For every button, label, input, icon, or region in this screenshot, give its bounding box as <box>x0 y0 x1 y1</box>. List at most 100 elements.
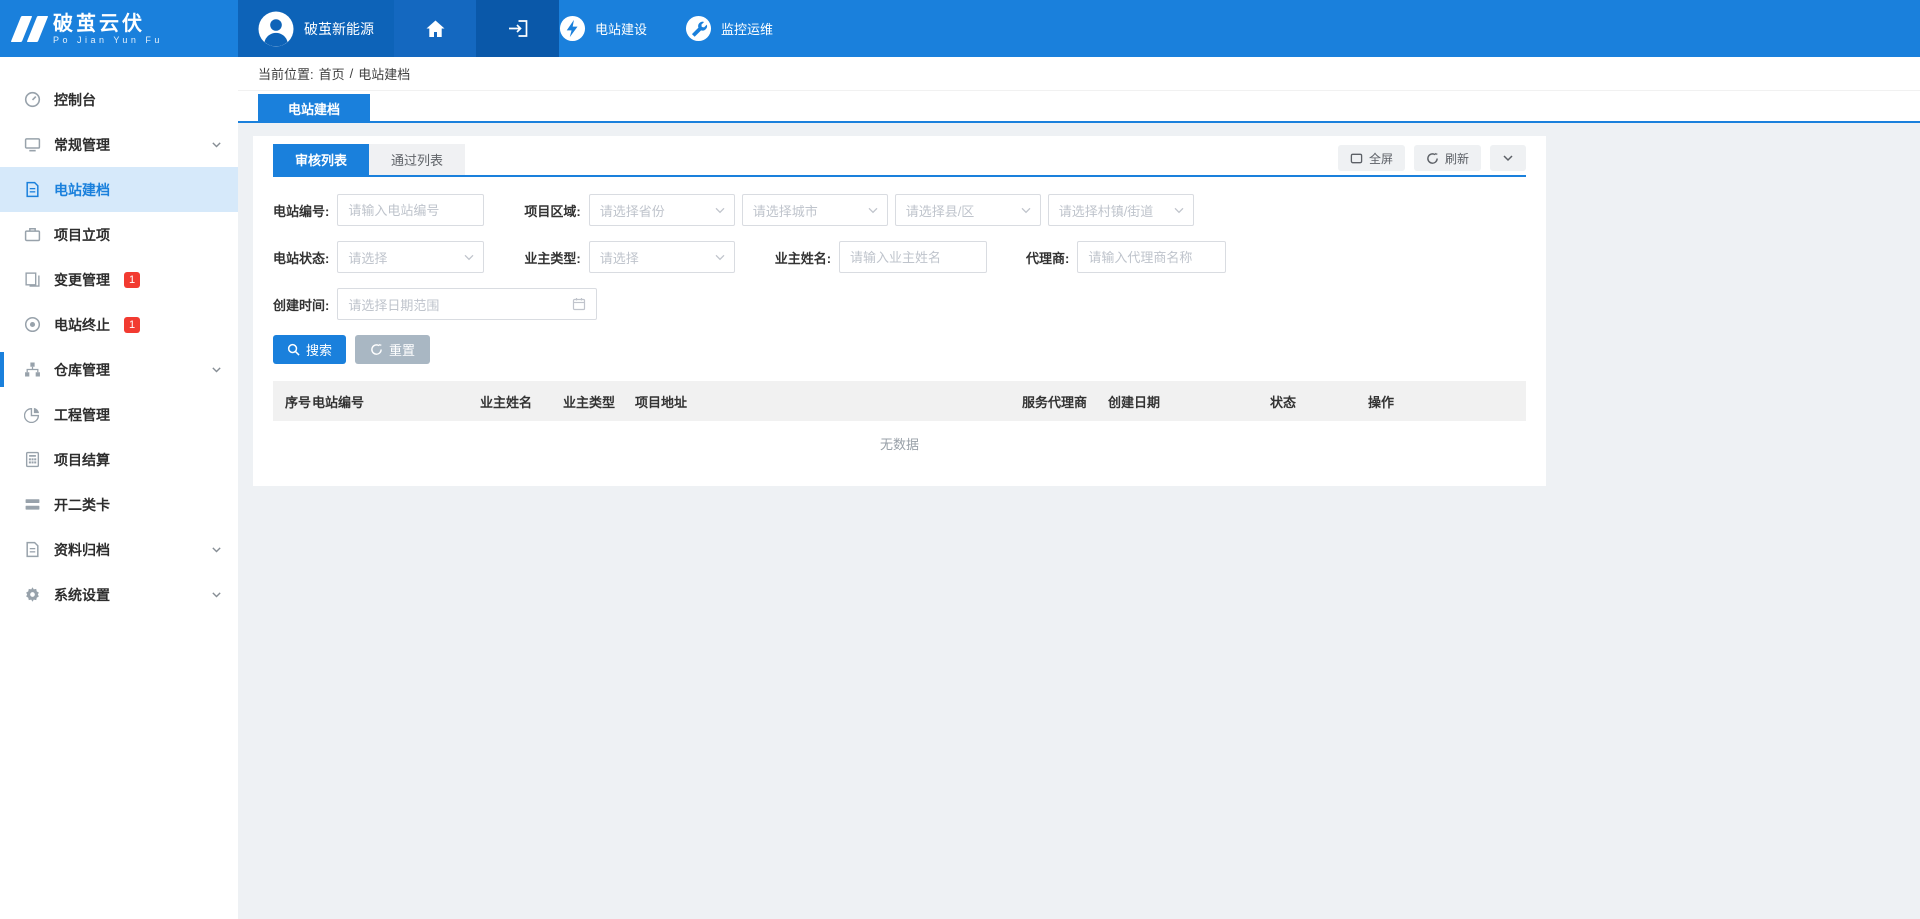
breadcrumb-separator: / <box>350 66 354 81</box>
logo-text: 破茧云伏 Po Jian Yun Fu <box>53 13 163 45</box>
station-status-label: 电站状态: <box>273 248 329 267</box>
sidebar-item-type2-card[interactable]: 开二类卡 <box>0 482 238 527</box>
lightning-icon <box>559 15 586 42</box>
station-status-select[interactable]: 请选择 <box>337 241 484 273</box>
tab-passed-list[interactable]: 通过列表 <box>369 144 465 175</box>
sidebar-item-engineering-management[interactable]: 工程管理 <box>0 392 238 437</box>
sitemap-icon <box>24 361 41 378</box>
sidebar-item-project-settlement[interactable]: 项目结算 <box>0 437 238 482</box>
sidebar-item-system-settings[interactable]: 系统设置 <box>0 572 238 617</box>
breadcrumb-prefix: 当前位置: <box>258 64 314 83</box>
fullscreen-icon <box>1350 152 1363 165</box>
date-range-input[interactable]: 请选择日期范围 <box>337 288 597 320</box>
gear-icon <box>24 586 41 603</box>
chevron-down-icon <box>1174 207 1184 214</box>
city-select[interactable]: 请选择城市 <box>742 194 888 226</box>
briefcase-icon <box>24 226 41 243</box>
archive-icon <box>24 541 41 558</box>
reset-icon <box>370 343 383 356</box>
badge-count: 1 <box>124 272 140 288</box>
card-icon <box>24 496 41 513</box>
monitor-icon <box>24 136 41 153</box>
create-time-label: 创建时间: <box>273 295 329 314</box>
search-icon <box>287 343 300 356</box>
calculator-icon <box>24 451 41 468</box>
chevron-down-icon <box>211 589 222 600</box>
nav-monitoring[interactable]: 监控运维 <box>685 0 773 57</box>
pie-chart-icon <box>24 406 41 423</box>
chevron-down-icon <box>211 139 222 150</box>
panel-toolbar: 全屏 刷新 <box>1338 145 1526 171</box>
collapse-button[interactable] <box>1490 145 1526 171</box>
table-header-cell: 业主类型 <box>563 392 635 411</box>
nav-station-construction[interactable]: 电站建设 <box>559 0 647 57</box>
chevron-down-icon <box>1502 152 1514 164</box>
breadcrumb: 当前位置: 首页 / 电站建档 <box>238 57 1920 91</box>
user-menu[interactable]: 破茧新能源 <box>238 0 394 57</box>
home-icon <box>425 19 446 39</box>
table-header-cell: 服务代理商 <box>1022 392 1108 411</box>
company-name: 破茧新能源 <box>304 19 374 39</box>
document-icon <box>24 181 41 198</box>
sidebar: 控制台 常规管理 电站建档 项目立项 <box>0 57 238 919</box>
breadcrumb-current: 电站建档 <box>358 64 410 83</box>
table-header-cell: 状态 <box>1270 392 1368 411</box>
content-panel: 审核列表 通过列表 全屏 刷新 <box>253 136 1546 486</box>
calendar-icon[interactable] <box>572 297 586 311</box>
nav-label: 监控运维 <box>721 19 773 38</box>
page-tab-station-filing[interactable]: 电站建档 <box>258 94 370 123</box>
sidebar-item-station-termination[interactable]: 电站终止 1 <box>0 302 238 347</box>
logout-button[interactable] <box>476 0 559 57</box>
logo-icon <box>16 16 43 42</box>
breadcrumb-home-link[interactable]: 首页 <box>319 64 345 83</box>
table-header-row: 序号 电站编号 业主姓名 业主类型 项目地址 服务代理商 创建日期 状态 操作 <box>273 381 1526 421</box>
owner-type-select[interactable]: 请选择 <box>589 241 735 273</box>
logo-title: 破茧云伏 <box>53 13 163 35</box>
town-select[interactable]: 请选择村镇/街道 <box>1048 194 1194 226</box>
search-form: 电站编号: 项目区域: 请选择省份 请选择城市 <box>273 177 1526 320</box>
region-label: 项目区域: <box>524 201 580 220</box>
form-actions: 搜索 重置 <box>273 335 1526 364</box>
owner-name-label: 业主姓名: <box>775 248 831 267</box>
table-header-cell: 项目地址 <box>635 392 1022 411</box>
logout-icon <box>508 19 528 38</box>
chevron-down-icon <box>868 207 878 214</box>
table-header-cell: 电站编号 <box>312 392 480 411</box>
reset-button[interactable]: 重置 <box>355 335 430 364</box>
sidebar-item-station-filing[interactable]: 电站建档 <box>0 167 238 212</box>
sidebar-item-console[interactable]: 控制台 <box>0 77 238 122</box>
record-icon <box>24 316 41 333</box>
table-header-cell: 创建日期 <box>1108 392 1270 411</box>
home-button[interactable] <box>394 0 476 57</box>
station-no-label: 电站编号: <box>273 201 329 220</box>
page-tab-bar: 电站建档 <box>238 91 1920 123</box>
search-button[interactable]: 搜索 <box>273 335 346 364</box>
county-select[interactable]: 请选择县/区 <box>895 194 1041 226</box>
table-header-cell: 操作 <box>1368 392 1514 411</box>
agent-input[interactable] <box>1077 241 1226 273</box>
chevron-down-icon <box>715 207 725 214</box>
sidebar-item-general-management[interactable]: 常规管理 <box>0 122 238 167</box>
panel-tab-bar: 审核列表 通过列表 全屏 刷新 <box>273 144 1526 177</box>
logo-subtitle: Po Jian Yun Fu <box>53 35 163 45</box>
empty-state: 无数据 <box>273 421 1526 466</box>
station-no-input[interactable] <box>337 194 484 226</box>
chevron-down-icon <box>211 364 222 375</box>
province-select[interactable]: 请选择省份 <box>589 194 735 226</box>
sidebar-item-data-archive[interactable]: 资料归档 <box>0 527 238 572</box>
logo[interactable]: 破茧云伏 Po Jian Yun Fu <box>0 0 238 57</box>
chevron-down-icon <box>715 254 725 261</box>
owner-type-label: 业主类型: <box>524 248 580 267</box>
chevron-down-icon <box>1021 207 1031 214</box>
tab-review-list[interactable]: 审核列表 <box>273 144 369 175</box>
dashboard-icon <box>24 91 41 108</box>
owner-name-input[interactable] <box>839 241 987 273</box>
refresh-button[interactable]: 刷新 <box>1414 145 1481 171</box>
sidebar-item-project-initiation[interactable]: 项目立项 <box>0 212 238 257</box>
table-header-cell: 业主姓名 <box>480 392 563 411</box>
sidebar-item-change-management[interactable]: 变更管理 1 <box>0 257 238 302</box>
agent-label: 代理商: <box>1026 248 1069 267</box>
table-header-cell: 序号 <box>285 392 312 411</box>
fullscreen-button[interactable]: 全屏 <box>1338 145 1405 171</box>
sidebar-item-warehouse-management[interactable]: 仓库管理 <box>0 347 238 392</box>
